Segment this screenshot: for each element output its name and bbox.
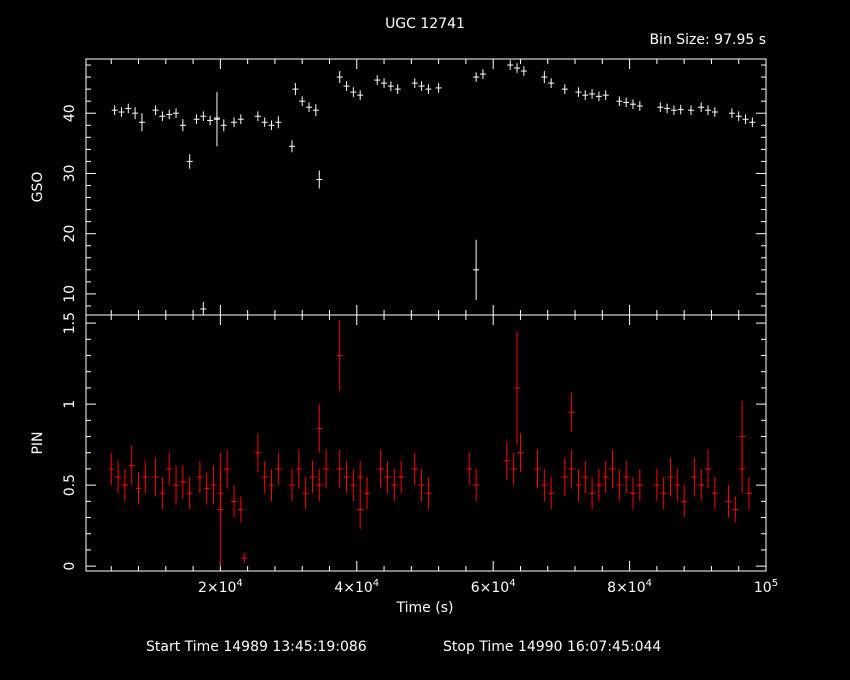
x-tick-label: 2×104 (198, 578, 243, 596)
gso-plot-frame (85, 58, 767, 316)
pin-y-tick-label: 1 (62, 400, 78, 409)
pin-panel: 0 0.5 1 1.5 2×104 4×104 6×104 8×104 105 PIN Tim… (30, 312, 778, 616)
gso-data-points (111, 60, 756, 315)
gso-y-tick-label: 20 (62, 225, 78, 243)
pin-y-tick-label: 0 (62, 562, 78, 571)
x-tick-label: 105 (754, 578, 778, 596)
gso-y-tick-label: 40 (62, 104, 78, 122)
gso-panel: 10 20 30 40 GSO (30, 58, 767, 316)
pin-y-tick-label: 1.5 (62, 312, 78, 334)
pin-tick-marks (86, 315, 767, 571)
pin-plot-frame (85, 314, 767, 572)
gso-y-tick-label: 10 (62, 285, 78, 303)
chart-title: UGC 12741 (385, 16, 465, 32)
pin-y-tick-label: 0.5 (62, 474, 78, 496)
gso-y-tick-label: 30 (62, 165, 78, 183)
gso-y-tick-labels: 10 20 30 40 (62, 104, 78, 303)
bin-size-label: Bin Size: 97.95 s (649, 32, 766, 48)
stop-time-label: Stop Time 14990 16:07:45:044 (443, 639, 661, 655)
x-tick-label: 6×104 (471, 578, 516, 596)
x-axis-label: Time (s) (396, 600, 454, 616)
pin-y-tick-labels: 0 0.5 1 1.5 (62, 312, 78, 571)
gso-tick-marks (86, 59, 767, 315)
gso-y-axis-label: GSO (30, 172, 46, 203)
light-curve-chart: UGC 12741 Bin Size: 97.95 s 10203040 GSO… (30, 16, 778, 655)
start-time-label: Start Time 14989 13:45:19:086 (146, 639, 367, 655)
pin-data-points (108, 319, 752, 567)
x-tick-label: 8×104 (607, 578, 652, 596)
x-tick-label: 4×104 (334, 578, 379, 596)
x-tick-labels: 2×104 4×104 6×104 8×104 105 (198, 578, 778, 596)
pin-y-axis-label: PIN (30, 431, 46, 454)
